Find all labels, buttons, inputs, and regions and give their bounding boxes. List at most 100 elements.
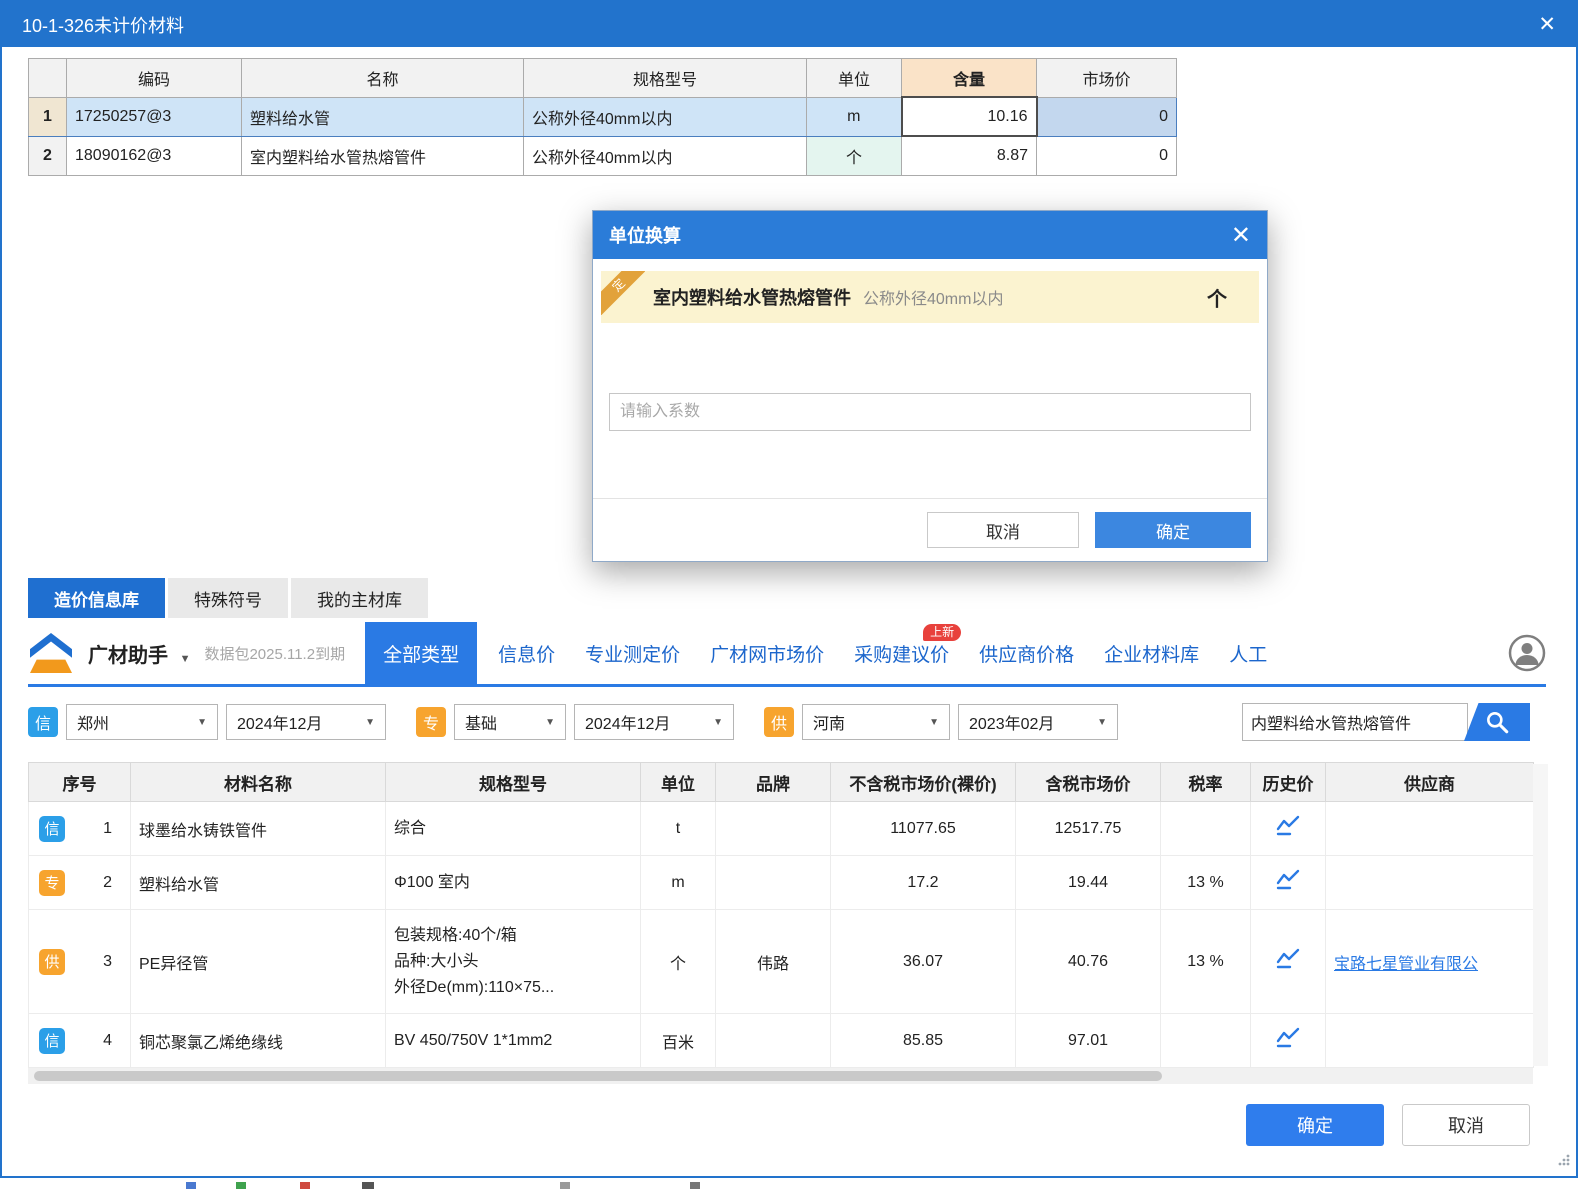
nav-enterprise-library[interactable]: 企业材料库 [1104, 640, 1199, 667]
unit-conversion-close-icon[interactable]: ✕ [1231, 221, 1251, 250]
nav-market-price[interactable]: 广材网市场价 [710, 640, 824, 667]
code-cell[interactable]: 17250257@3 [66, 96, 242, 137]
nav-professional-price[interactable]: 专业测定价 [585, 640, 680, 667]
results-header-row: 序号 材料名称 规格型号 单位 品牌 不含税市场价(裸价) 含税市场价 税率 历… [28, 762, 1534, 802]
search-input[interactable] [1242, 703, 1468, 741]
supplier-cell[interactable] [1325, 1013, 1534, 1068]
nav-purchase-suggestion[interactable]: 采购建议价 上新 [854, 623, 962, 667]
name-cell[interactable]: 室内塑料给水管热熔管件 [241, 135, 524, 176]
history-price-chart-icon[interactable] [1275, 948, 1301, 970]
history-price-chart-icon[interactable] [1275, 869, 1301, 891]
nav-all-types[interactable]: 全部类型 [365, 622, 478, 684]
nav-labor[interactable]: 人工 [1229, 640, 1267, 667]
content-cell-editing[interactable]: 10.16 [900, 96, 1038, 137]
unit-cell[interactable]: m [806, 96, 902, 137]
brand-cell[interactable]: 伟路 [715, 909, 831, 1014]
spec-cell[interactable]: 包装规格:40个/箱 品种:大小头 外径De(mm):110×75... [385, 909, 641, 1014]
price-incl-tax-cell[interactable]: 97.01 [1015, 1013, 1161, 1068]
price-excl-tax-cell[interactable]: 85.85 [830, 1013, 1016, 1068]
professional-period-select[interactable]: 2024年12月 ▼ [574, 704, 734, 740]
info-period-select[interactable]: 2024年12月 ▼ [226, 704, 386, 740]
window-title: 10-1-326未计价材料 [22, 15, 185, 36]
spec-cell[interactable]: 公称外径40mm以内 [523, 96, 807, 137]
price-incl-tax-cell[interactable]: 12517.75 [1015, 801, 1161, 856]
conversion-cancel-button[interactable]: 取消 [927, 512, 1079, 548]
code-cell[interactable]: 18090162@3 [66, 135, 242, 176]
price-excl-tax-cell[interactable]: 17.2 [830, 855, 1016, 910]
supplier-cell[interactable] [1325, 855, 1534, 910]
row-number-cell[interactable]: 2 [28, 135, 67, 176]
tax-rate-cell[interactable] [1160, 1013, 1251, 1068]
chevron-down-icon: ▼ [713, 716, 723, 728]
new-badge: 上新 [923, 623, 962, 641]
name-cell[interactable]: 塑料给水管 [241, 96, 524, 137]
supplier-cell[interactable] [1325, 801, 1534, 856]
window-close-icon[interactable]: ✕ [1538, 14, 1556, 35]
tax-rate-cell[interactable]: 13 % [1160, 909, 1251, 1014]
brand-menu[interactable]: 广材助手 ▼ [88, 639, 190, 668]
spec-cell[interactable]: 综合 [385, 801, 641, 856]
material-name-cell[interactable]: 球墨给水铸铁管件 [130, 801, 386, 856]
user-avatar-icon[interactable] [1508, 634, 1546, 672]
tab-price-info-library[interactable]: 造价信息库 [28, 578, 165, 618]
price-excl-tax-cell[interactable]: 36.07 [830, 909, 1016, 1014]
resize-grip[interactable] [1557, 1153, 1571, 1172]
market-price-cell[interactable]: 0 [1036, 135, 1177, 176]
price-incl-tax-cell[interactable]: 40.76 [1015, 909, 1161, 1014]
material-row[interactable]: 2 18090162@3 室内塑料给水管热熔管件 公称外径40mm以内 个 8.… [28, 135, 1177, 176]
tax-rate-cell[interactable] [1160, 801, 1251, 856]
info-region-select[interactable]: 郑州 ▼ [66, 704, 218, 740]
search-button[interactable] [1464, 703, 1530, 741]
spec-cell[interactable]: BV 450/750V 1*1mm2 [385, 1013, 641, 1068]
material-name-cell[interactable]: 铜芯聚氯乙烯绝缘线 [130, 1013, 386, 1068]
dialog-ok-button[interactable]: 确定 [1246, 1104, 1384, 1146]
material-name-cell[interactable]: PE异径管 [130, 909, 386, 1014]
brand-cell[interactable] [715, 801, 831, 856]
price-excl-tax-cell[interactable]: 11077.65 [830, 801, 1016, 856]
history-price-chart-icon[interactable] [1275, 815, 1301, 837]
chevron-down-icon: ▼ [545, 716, 555, 728]
horizontal-scrollbar-thumb[interactable] [34, 1071, 1162, 1081]
professional-type-select[interactable]: 基础 ▼ [454, 704, 566, 740]
conversion-ok-button[interactable]: 确定 [1095, 512, 1251, 548]
supplier-link[interactable]: 宝路七星管业有限公 [1334, 956, 1478, 973]
unit-cell[interactable]: 百米 [640, 1013, 716, 1068]
lower-panel-tabs: 造价信息库 特殊符号 我的主材库 [28, 578, 428, 618]
nav-info-price[interactable]: 信息价 [498, 640, 555, 667]
unit-conversion-title: 单位换算 [609, 226, 681, 246]
brand-cell[interactable] [715, 855, 831, 910]
brand-cell[interactable] [715, 1013, 831, 1068]
price-incl-tax-cell[interactable]: 19.44 [1015, 855, 1161, 910]
spec-cell[interactable]: 公称外径40mm以内 [523, 135, 807, 176]
seq-number: 2 [103, 873, 112, 891]
market-price-cell[interactable]: 0 [1036, 96, 1177, 137]
supplier-period-select[interactable]: 2023年02月 ▼ [958, 704, 1118, 740]
material-row-selected[interactable]: 1 17250257@3 塑料给水管 公称外径40mm以内 m 10.16 0 [28, 96, 1177, 137]
spec-cell[interactable]: Φ100 室内 [385, 855, 641, 910]
search-icon [1487, 712, 1509, 734]
unit-cell[interactable]: 个 [806, 135, 902, 176]
row-number-cell[interactable]: 1 [28, 96, 67, 137]
dialog-cancel-button[interactable]: 取消 [1402, 1104, 1530, 1146]
nav-supplier-price[interactable]: 供应商价格 [979, 640, 1074, 667]
material-name-cell[interactable]: 塑料给水管 [130, 855, 386, 910]
unit-cell[interactable]: t [640, 801, 716, 856]
unit-cell[interactable]: 个 [640, 909, 716, 1014]
content-cell[interactable]: 8.87 [901, 135, 1037, 176]
filter-bar: 信 郑州 ▼ 2024年12月 ▼ 专 基础 ▼ 2024年12月 ▼ 供 河南 ▼ 20… [28, 703, 1118, 741]
result-row[interactable]: 信 1 球墨给水铸铁管件 综合 t 11077.65 12517.75 [28, 801, 1534, 856]
col-header-unit: 单位 [806, 58, 902, 98]
supplier-region-select[interactable]: 河南 ▼ [802, 704, 950, 740]
tab-special-symbols[interactable]: 特殊符号 [168, 578, 288, 618]
info-badge: 信 [39, 1027, 65, 1054]
material-search [1242, 703, 1530, 741]
tax-rate-cell[interactable]: 13 % [1160, 855, 1251, 910]
tab-my-material-library[interactable]: 我的主材库 [291, 578, 428, 618]
result-row[interactable]: 供 3 PE异径管 包装规格:40个/箱 品种:大小头 外径De(mm):110×75… [28, 909, 1534, 1014]
result-row[interactable]: 信 4 铜芯聚氯乙烯绝缘线 BV 450/750V 1*1mm2 百米 85.85… [28, 1013, 1534, 1068]
coefficient-input[interactable] [609, 393, 1251, 431]
result-row[interactable]: 专 2 塑料给水管 Φ100 室内 m 17.2 19.44 13 % [28, 855, 1534, 910]
history-price-chart-icon[interactable] [1275, 1027, 1301, 1049]
desktop-remnant [0, 1180, 1578, 1191]
unit-cell[interactable]: m [640, 855, 716, 910]
